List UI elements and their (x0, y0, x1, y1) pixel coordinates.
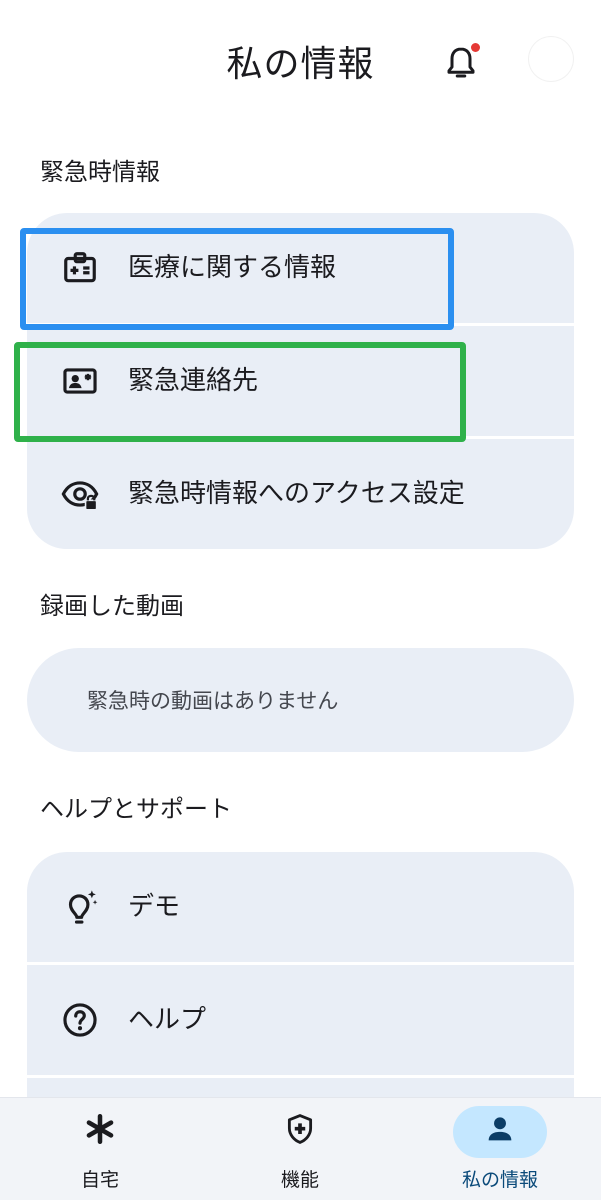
section-title-videos: 録画した動画 (40, 592, 184, 620)
section-title-emergency: 緊急時情報 (40, 158, 160, 186)
bottom-navigation: 自宅 機能 私の情報 (0, 1097, 601, 1200)
emergency-access-settings-label: 緊急時情報へのアクセス設定 (128, 479, 465, 509)
top-app-bar: 私の情報 (0, 0, 601, 130)
help-label: ヘルプ (128, 1005, 207, 1035)
help-item[interactable]: ヘルプ (27, 965, 574, 1075)
demo-label: デモ (128, 892, 181, 922)
emergency-access-settings-item[interactable]: 緊急時情報へのアクセス設定 (27, 439, 574, 549)
nav-features-label: 機能 (280, 1169, 319, 1191)
nav-my-info-label: 私の情報 (461, 1169, 538, 1191)
lightbulb-icon (68, 890, 98, 924)
nav-home-label: 自宅 (80, 1169, 119, 1191)
shield-plus-icon (287, 1114, 313, 1144)
highlight-box-blue (20, 228, 454, 330)
videos-empty-text: 緊急時の動画はありません (87, 689, 339, 713)
help-circle-icon (63, 1003, 97, 1037)
avatar[interactable] (528, 36, 574, 82)
demo-item[interactable]: デモ (27, 852, 574, 962)
section-title-help: ヘルプとサポート (40, 795, 232, 823)
person-icon (488, 1117, 512, 1141)
eye-lock-icon (61, 481, 99, 511)
notification-badge (471, 43, 480, 52)
page-title: 私の情報 (226, 44, 375, 85)
help-support-group: デモ ヘルプ (27, 852, 574, 1121)
highlight-box-green (14, 342, 466, 442)
asterisk-icon (86, 1113, 114, 1145)
nav-home[interactable]: 自宅 (0, 1098, 200, 1200)
videos-empty-card: 緊急時の動画はありません (27, 648, 574, 752)
nav-my-info[interactable]: 私の情報 (400, 1098, 600, 1200)
nav-features[interactable]: 機能 (200, 1098, 400, 1200)
